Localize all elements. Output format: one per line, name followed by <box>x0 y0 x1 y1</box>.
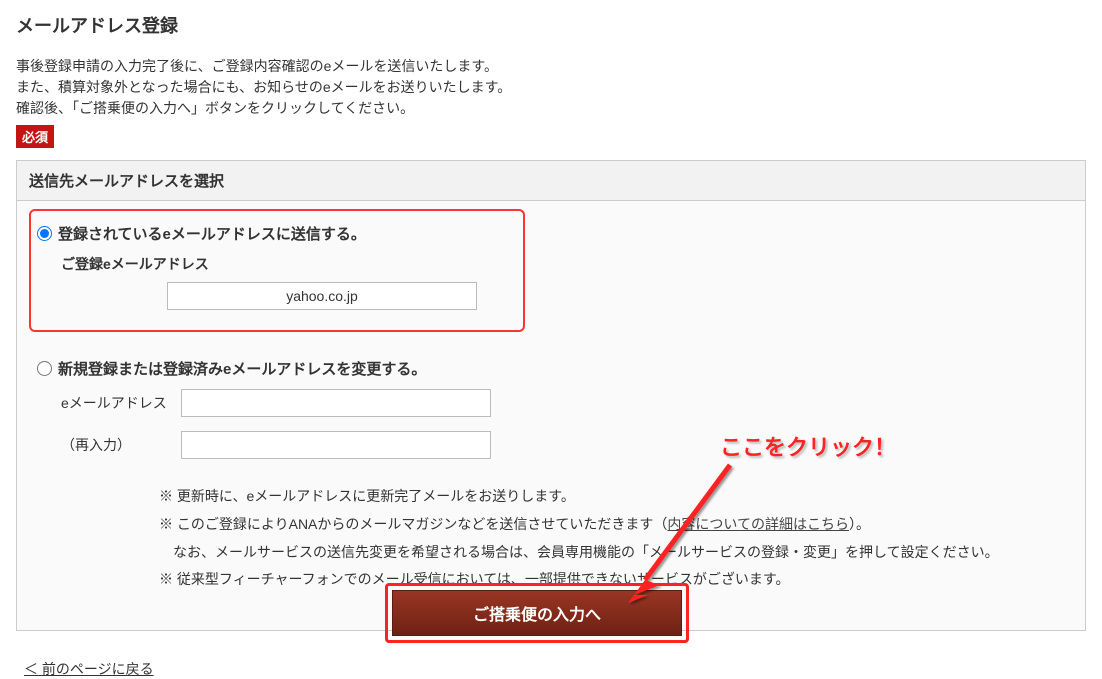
note-1: ※ 更新時に、eメールアドレスに更新完了メールをお送りします。 <box>159 485 1065 509</box>
intro-text: 事後登録申請の入力完了後に、ご登録内容確認のeメールを送信いたします。 また、積… <box>16 56 1086 119</box>
intro-line-3: 確認後、「ご搭乗便の入力へ」ボタンをクリックしてください。 <box>16 98 1086 119</box>
callout-annotation: ここをクリック！ <box>720 430 896 462</box>
back-link[interactable]: ＜ 前のページに戻る <box>24 661 154 677</box>
option-new-radio[interactable] <box>37 361 52 376</box>
intro-line-1: 事後登録申請の入力完了後に、ご登録内容確認のeメールを送信いたします。 <box>16 56 1086 77</box>
option-new-row[interactable]: 新規登録または登録済みeメールアドレスを変更する。 <box>37 358 1065 379</box>
note-2-indent: なお、メールサービスの送信先変更を希望される場合は、会員専用機能の「メールサービ… <box>173 541 1065 565</box>
details-link[interactable]: 内容についての詳細はこちら <box>667 516 849 532</box>
note-2-pre: ※ このご登録によりANAからのメールマガジンなどを送信させていただきます（ <box>159 516 667 532</box>
panel-body: 登録されているeメールアドレスに送信する。 ご登録eメールアドレス yahoo.… <box>17 201 1085 630</box>
email-select-panel: 送信先メールアドレスを選択 登録されているeメールアドレスに送信する。 ご登録e… <box>16 160 1086 631</box>
option-registered-label: 登録されているeメールアドレスに送信する。 <box>58 223 366 244</box>
email-confirm-label: （再入力） <box>61 435 181 455</box>
note-2-post: ）。 <box>849 516 870 532</box>
notes: ※ 更新時に、eメールアドレスに更新完了メールをお送りします。 ※ このご登録に… <box>159 485 1065 592</box>
required-badge: 必須 <box>16 125 54 148</box>
email-input[interactable] <box>181 389 491 417</box>
note-2: ※ このご登録によりANAからのメールマガジンなどを送信させていただきます（内容… <box>159 513 1065 537</box>
option-new-block: 新規登録または登録済みeメールアドレスを変更する。 eメールアドレス （再入力）… <box>29 348 1073 612</box>
page-title: メールアドレス登録 <box>16 12 1086 38</box>
proceed-button[interactable]: ご搭乗便の入力へ <box>392 590 682 636</box>
registered-email-value: yahoo.co.jp <box>167 282 477 310</box>
registered-email-sublabel: ご登録eメールアドレス <box>61 254 513 274</box>
option-new-label: 新規登録または登録済みeメールアドレスを変更する。 <box>58 358 426 379</box>
email-field-label: eメールアドレス <box>61 393 181 413</box>
email-confirm-input[interactable] <box>181 431 491 459</box>
option-registered-highlight: 登録されているeメールアドレスに送信する。 ご登録eメールアドレス yahoo.… <box>29 209 525 332</box>
panel-header: 送信先メールアドレスを選択 <box>17 161 1085 201</box>
intro-line-2: また、積算対象外となった場合にも、お知らせのeメールをお送りいたします。 <box>16 77 1086 98</box>
option-registered-radio[interactable] <box>37 226 52 241</box>
primary-button-highlight: ご搭乗便の入力へ <box>385 583 689 643</box>
option-registered-row[interactable]: 登録されているeメールアドレスに送信する。 <box>37 223 513 244</box>
